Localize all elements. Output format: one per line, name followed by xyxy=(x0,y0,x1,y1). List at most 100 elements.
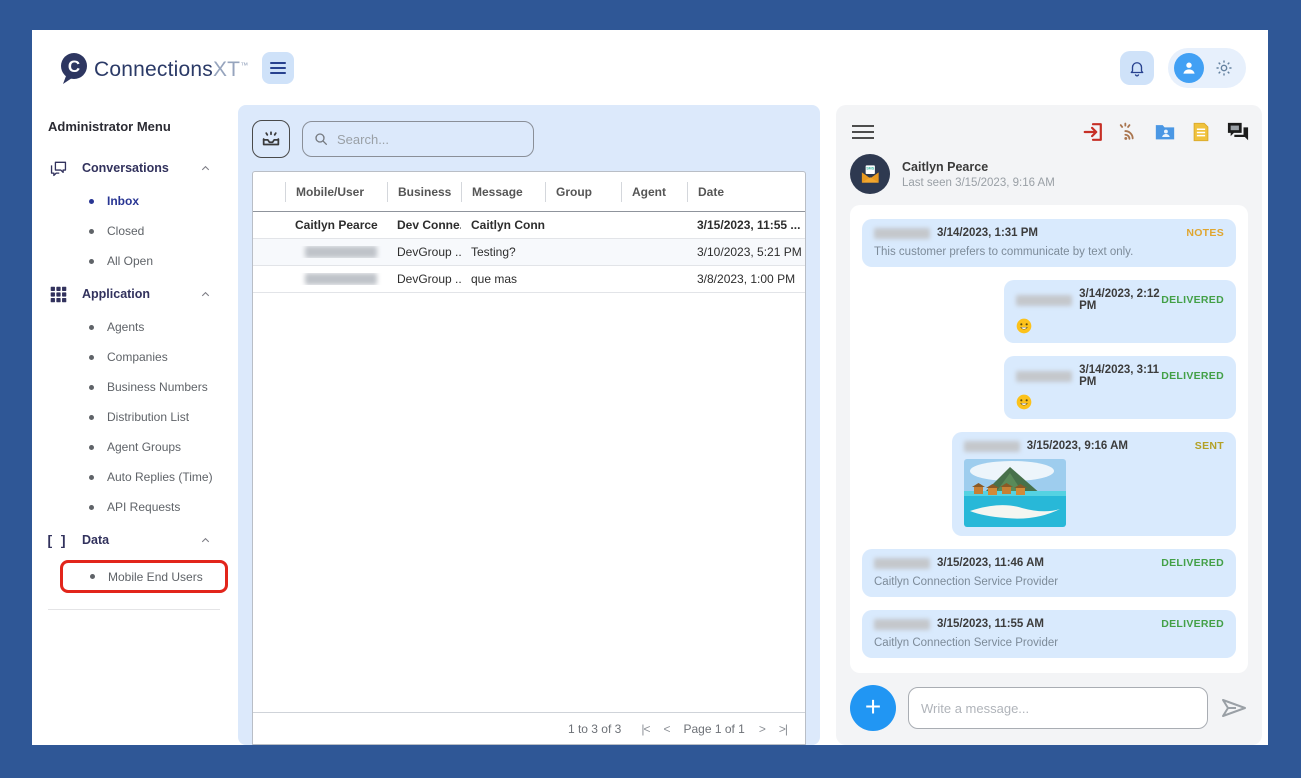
column-header-business[interactable]: Business xyxy=(387,181,461,202)
beach-photo-attachment[interactable] xyxy=(963,459,1066,527)
message-time: 3/14/2023, 2:12 PM xyxy=(1079,288,1160,312)
column-header-group[interactable]: Group xyxy=(545,181,621,202)
chat-toolbar xyxy=(850,117,1249,147)
table-row[interactable]: Caitlyn Pearce Dev Conne... Caitlyn Conn… xyxy=(253,212,805,239)
conversation-detail-panel: SMS Caitlyn Pearce Last seen 3/15/2023, … xyxy=(836,105,1262,745)
sidebar-section-conversations[interactable]: Conversations xyxy=(48,150,238,186)
search-field[interactable] xyxy=(302,121,534,157)
sidebar-item-closed[interactable]: Closed xyxy=(48,216,238,246)
redacted-sender xyxy=(874,618,930,630)
contact-name: Caitlyn Pearce xyxy=(902,159,989,174)
message-bubble[interactable]: 3/15/2023, 11:46 AM DELIVERED Caitlyn Co… xyxy=(862,549,1236,597)
svg-text:C: C xyxy=(68,57,80,76)
sidebar-section-application[interactable]: Application xyxy=(48,276,238,312)
column-header-mobile-user[interactable]: Mobile/User xyxy=(285,181,387,202)
close-conversation-icon[interactable] xyxy=(1082,121,1104,143)
table-row[interactable]: DevGroup ... Testing? 3/10/2023, 5:21 PM xyxy=(253,239,805,266)
sidebar-item-inbox[interactable]: Inbox xyxy=(48,186,238,216)
sidebar-divider xyxy=(48,609,220,610)
redacted-sender xyxy=(1016,294,1073,306)
message-bubble[interactable]: 3/15/2023, 11:55 AM DELIVERED Caitlyn Co… xyxy=(862,610,1236,658)
redacted-phone-number xyxy=(305,273,377,285)
sidebar-item-companies[interactable]: Companies xyxy=(48,342,238,372)
search-input[interactable] xyxy=(337,131,523,147)
notifications-button[interactable] xyxy=(1120,50,1154,85)
last-page-button[interactable]: >| xyxy=(779,722,788,736)
brand-name: ConnectionsXT™ xyxy=(94,57,249,81)
status-badge: DELIVERED xyxy=(1161,557,1224,569)
status-badge: NOTES xyxy=(1186,227,1224,239)
sidebar-item-api-requests[interactable]: API Requests xyxy=(48,492,238,522)
notes-document-icon[interactable] xyxy=(1190,121,1212,143)
status-badge: DELIVERED xyxy=(1161,370,1224,382)
status-badge: SENT xyxy=(1194,440,1224,452)
pagination-range: 1 to 3 of 3 xyxy=(567,721,622,736)
status-badge: DELIVERED xyxy=(1161,618,1224,630)
message-time: 3/15/2023, 11:46 AM xyxy=(937,557,1044,569)
column-header-date[interactable]: Date xyxy=(687,181,805,202)
message-bubble-photo[interactable]: 3/15/2023, 9:16 AM SENT xyxy=(951,432,1236,536)
top-bar: C ConnectionsXT™ xyxy=(32,30,1268,105)
sidebar-item-business-numbers[interactable]: Business Numbers xyxy=(48,372,238,402)
redacted-sender xyxy=(1016,370,1073,382)
sidebar-item-agent-groups[interactable]: Agent Groups xyxy=(48,432,238,462)
message-bubble[interactable]: 3/14/2023, 2:12 PM DELIVERED xyxy=(1004,280,1236,343)
bell-icon xyxy=(1128,59,1146,77)
contact-folder-icon[interactable] xyxy=(1154,121,1176,143)
broadcast-signal-icon[interactable] xyxy=(1118,121,1140,143)
chevron-up-icon[interactable] xyxy=(199,162,212,175)
table-pagination: 1 to 3 of 3 |< < Page 1 of 1 > >| xyxy=(253,712,805,744)
sidebar-item-agents[interactable]: Agents xyxy=(48,312,238,342)
app-logo: C ConnectionsXT™ xyxy=(58,51,248,85)
sidebar-item-all-open[interactable]: All Open xyxy=(48,246,238,276)
first-page-button[interactable]: |< xyxy=(641,722,650,736)
user-avatar[interactable] xyxy=(1174,52,1204,83)
contact-header: SMS Caitlyn Pearce Last seen 3/15/2023, … xyxy=(850,147,1248,201)
redacted-phone-number xyxy=(305,246,377,258)
message-thread: 3/14/2023, 1:31 PM NOTES This customer p… xyxy=(850,205,1248,673)
message-bubble-notes[interactable]: 3/14/2023, 1:31 PM NOTES This customer p… xyxy=(862,219,1236,267)
message-time: 3/14/2023, 1:31 PM xyxy=(937,227,1039,239)
message-bubble[interactable]: 3/14/2023, 3:11 PM DELIVERED xyxy=(1004,356,1236,419)
inbox-search-row xyxy=(252,119,806,159)
sidebar-item-mobile-end-users[interactable]: Mobile End Users xyxy=(63,563,225,590)
settings-gear-icon[interactable] xyxy=(1214,58,1234,78)
message-input[interactable] xyxy=(908,687,1208,729)
send-icon[interactable] xyxy=(1220,696,1248,720)
inbox-tray-icon xyxy=(260,128,282,150)
sidebar-title: Administrator Menu xyxy=(48,119,171,134)
column-header-empty xyxy=(253,182,285,202)
message-text: Caitlyn Connection Service Provider xyxy=(874,637,1059,649)
chevron-up-icon[interactable] xyxy=(199,288,212,301)
svg-text:SMS: SMS xyxy=(866,167,875,171)
user-menu[interactable] xyxy=(1168,47,1246,88)
status-badge: DELIVERED xyxy=(1161,294,1224,306)
sidebar-toggle-button[interactable] xyxy=(262,51,295,84)
message-time: 3/15/2023, 9:16 AM xyxy=(1026,440,1128,452)
previous-page-button[interactable]: < xyxy=(663,722,670,736)
next-page-button[interactable]: > xyxy=(759,722,766,736)
contact-last-seen: Last seen 3/15/2023, 9:16 AM xyxy=(902,176,1055,189)
redacted-sender xyxy=(874,227,930,239)
chat-menu-button[interactable] xyxy=(850,121,876,143)
message-text: Caitlyn Connection Service Provider xyxy=(874,576,1059,588)
brackets-icon: [ ] xyxy=(47,532,69,548)
add-attachment-button[interactable]: + xyxy=(850,685,896,731)
table-body: Caitlyn Pearce Dev Conne... Caitlyn Conn… xyxy=(253,212,805,712)
grid-icon xyxy=(48,286,68,303)
sidebar-item-distribution-list[interactable]: Distribution List xyxy=(48,402,238,432)
sidebar-section-data[interactable]: [ ] Data xyxy=(47,522,238,558)
sms-avatar-icon[interactable]: SMS xyxy=(850,154,890,194)
search-icon xyxy=(313,131,329,147)
table-row[interactable]: DevGroup ... que mas 3/8/2023, 1:00 PM xyxy=(253,266,805,293)
chat-history-icon[interactable] xyxy=(1226,121,1249,143)
smiley-emoji-icon xyxy=(1016,394,1032,410)
new-conversations-tray-button[interactable] xyxy=(252,120,290,158)
redacted-sender xyxy=(874,557,930,569)
column-header-agent[interactable]: Agent xyxy=(621,181,687,202)
chevron-up-icon[interactable] xyxy=(199,534,212,547)
smiley-emoji-icon xyxy=(1016,318,1032,334)
sidebar-item-auto-replies[interactable]: Auto Replies (Time) xyxy=(48,462,238,492)
message-composer: + xyxy=(850,673,1248,733)
column-header-message[interactable]: Message xyxy=(461,181,545,202)
